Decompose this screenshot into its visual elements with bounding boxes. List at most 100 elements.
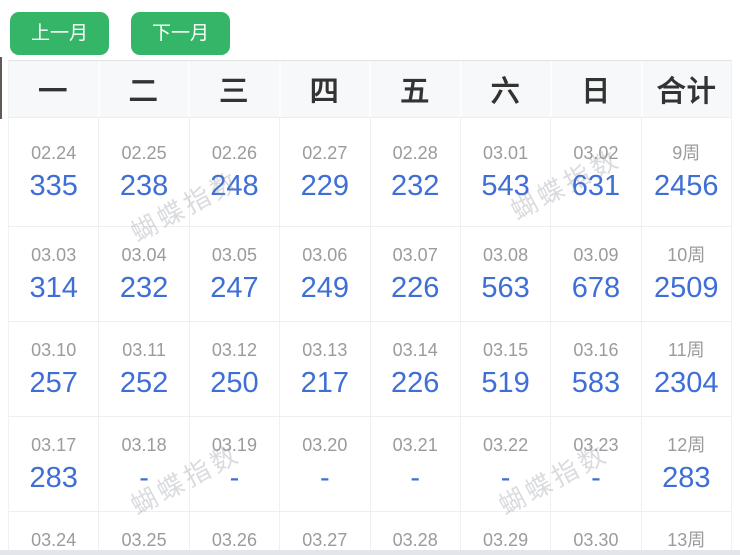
day-cell: 03.27 [280, 512, 370, 555]
day-cell: 03.18- [99, 417, 189, 511]
day-cell: 03.17283 [9, 417, 99, 511]
week-number-label: 12周 [667, 434, 705, 456]
day-cell: 03.23 - [551, 417, 641, 511]
week-total-value: 2304 [654, 367, 719, 400]
day-cell: 02.26 248 [190, 118, 280, 226]
week-total-value: 2509 [654, 272, 719, 305]
day-cell: 03.16 583 [551, 322, 641, 416]
day-value: 249 [301, 272, 349, 305]
week-total-cell: 13周 [642, 512, 731, 555]
column-header: 四 [281, 61, 372, 117]
date-label: 03.25 [122, 529, 167, 551]
day-cell: 03.12 250 [190, 322, 280, 416]
day-value: 217 [301, 367, 349, 400]
date-label: 03.20 [302, 434, 347, 456]
date-label: 03.15 [483, 339, 528, 361]
day-value: - [591, 462, 601, 495]
date-label: 03.12 [212, 339, 257, 361]
day-cell: 03.24 [9, 512, 99, 555]
day-value: 247 [210, 272, 258, 305]
date-label: 03.28 [393, 529, 438, 551]
day-cell: 03.22- [461, 417, 551, 511]
date-label: 03.08 [483, 244, 528, 266]
date-label: 03.23 [573, 434, 618, 456]
weekly-index-calendar-page: 上一月 下一月 一二三四五六日合计 02.24 335 02.25 238 02.26 2… [0, 0, 740, 555]
day-value: - [230, 462, 240, 495]
next-month-button[interactable]: 下一月 [131, 12, 230, 55]
column-header: 三 [190, 61, 281, 117]
table-body: 02.2433502.2523802.2624802.2722902.28232… [9, 118, 731, 555]
table-row: 03.10257 03.11 252 03.12 250 03.13 217 03.14226… [9, 322, 731, 417]
date-label: 03.03 [31, 244, 76, 266]
day-cell: 03.13 217 [280, 322, 370, 416]
day-cell: 03.09678 [551, 227, 641, 321]
date-label: 03.01 [483, 142, 528, 164]
day-value: 314 [29, 272, 77, 305]
day-value: 678 [572, 272, 620, 305]
day-cell: 03.15519 [461, 322, 551, 416]
date-label: 03.10 [31, 339, 76, 361]
table-header-row: 一二三四五六日合计 [9, 61, 731, 118]
day-cell: 03.21- [371, 417, 461, 511]
day-cell: 03.07226 [371, 227, 461, 321]
day-cell: 03.08 563 [461, 227, 551, 321]
date-label: 03.04 [122, 244, 167, 266]
week-number-label: 9周 [672, 142, 700, 164]
week-total-value: 2456 [654, 170, 719, 203]
week-total-cell: 9周 2456 [642, 118, 731, 226]
day-cell: 03.06249 [280, 227, 370, 321]
day-cell: 03.11 252 [99, 322, 189, 416]
date-label: 03.21 [393, 434, 438, 456]
prev-month-button[interactable]: 上一月 [10, 12, 109, 55]
day-cell: 03.19 - [190, 417, 280, 511]
month-nav-toolbar: 上一月 下一月 [10, 12, 230, 55]
date-label: 03.05 [212, 244, 257, 266]
column-header: 日 [552, 61, 643, 117]
date-label: 03.11 [122, 339, 166, 361]
day-value: 229 [301, 170, 349, 203]
week-total-cell: 12周283 [642, 417, 731, 511]
table-row: 03.1728303.18-03.19-03.20-03.21-03.22-03… [9, 417, 731, 512]
day-value: 252 [120, 367, 168, 400]
date-label: 02.25 [122, 142, 167, 164]
week-number-label: 10周 [667, 244, 705, 266]
date-label: 03.24 [31, 529, 76, 551]
date-label: 03.18 [122, 434, 167, 456]
date-label: 03.02 [573, 142, 618, 164]
date-label: 02.26 [212, 142, 257, 164]
date-label: 03.17 [31, 434, 76, 456]
date-label: 03.16 [573, 339, 618, 361]
date-label: 03.19 [212, 434, 257, 456]
day-value: 335 [29, 170, 77, 203]
day-cell: 03.14226 [371, 322, 461, 416]
column-header: 合计 [643, 61, 732, 117]
table-row: 03.03 314 03.04 232 03.05 247 03.0624903.07226… [9, 227, 731, 322]
week-total-value: 283 [662, 462, 710, 495]
day-value: 248 [210, 170, 258, 203]
date-label: 03.13 [302, 339, 347, 361]
day-cell: 03.01543 [461, 118, 551, 226]
column-header: 六 [462, 61, 553, 117]
day-value: 250 [210, 367, 258, 400]
date-label: 02.24 [31, 142, 76, 164]
day-cell: 03.26 [190, 512, 280, 555]
day-cell: 03.03 314 [9, 227, 99, 321]
day-value: 226 [391, 367, 439, 400]
day-value: 226 [391, 272, 439, 305]
week-number-label: 13周 [667, 529, 705, 551]
table-row: 02.2433502.2523802.2624802.2722902.28232… [9, 118, 731, 227]
day-cell: 03.04 232 [99, 227, 189, 321]
day-cell: 03.28 [371, 512, 461, 555]
day-cell: 03.02631 [551, 118, 641, 226]
day-value: 583 [572, 367, 620, 400]
date-label: 03.29 [483, 529, 528, 551]
table-row: 03.2403.2503.2603.2703.2803.2903.3013周 [9, 512, 731, 555]
column-header: 二 [100, 61, 191, 117]
day-value: 238 [120, 170, 168, 203]
day-cell: 03.10257 [9, 322, 99, 416]
day-value: 232 [391, 170, 439, 203]
day-cell: 03.25 [99, 512, 189, 555]
day-value: 232 [120, 272, 168, 305]
day-value: 563 [481, 272, 529, 305]
bottom-edge-bar [0, 550, 740, 555]
